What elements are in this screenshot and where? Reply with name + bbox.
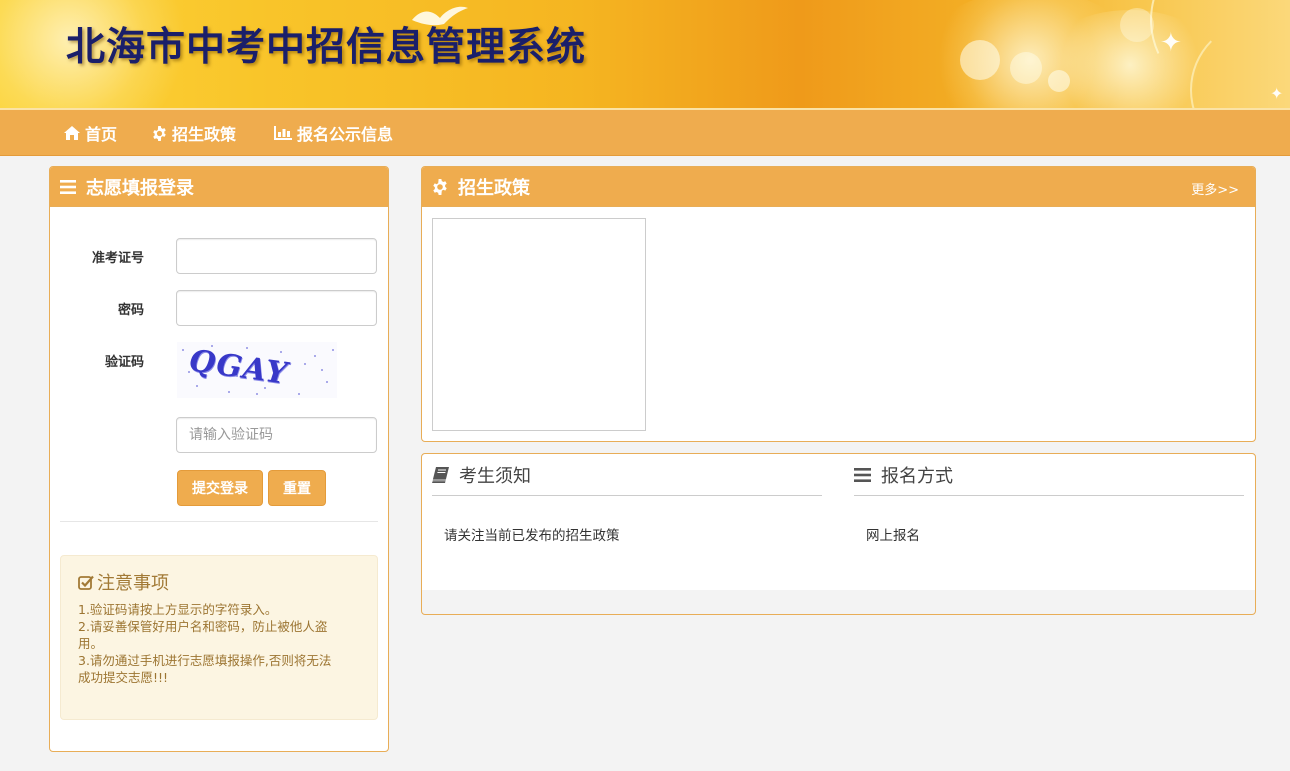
nav-item-label: 首页 xyxy=(85,125,118,144)
notice-box: 注意事项 1.验证码请按上方显示的字符录入。 2.请妥善保管好用户名和密码，防止… xyxy=(60,555,378,720)
gear-icon xyxy=(153,125,166,141)
notice-line: 2.请妥善保管好用户名和密码，防止被他人盗 xyxy=(78,619,328,634)
gear-icon xyxy=(433,178,447,195)
password-input[interactable] xyxy=(176,290,377,326)
policy-panel-heading: 招生政策 更多>> xyxy=(422,167,1255,207)
captcha-image[interactable]: QGAY xyxy=(177,342,337,398)
main-navbar: 首页 招生政策 报名公示信息 xyxy=(0,110,1290,156)
registration-method-heading: 报名方式 xyxy=(854,454,1244,496)
header-banner: ✦ ✦ 北海市中考中招信息管理系统 xyxy=(0,0,1290,109)
login-panel-heading: 志愿填报登录 xyxy=(50,167,388,207)
exam-guide-title: 考生须知 xyxy=(459,465,531,487)
notice-line: 用。 xyxy=(78,636,104,651)
home-icon xyxy=(64,126,80,140)
exam-guide-section: 考生须知 请关注当前已发布的招生政策 xyxy=(432,454,822,544)
nav-item-registration-info[interactable]: 报名公示信息 xyxy=(274,110,393,156)
more-link[interactable]: 更多>> xyxy=(1191,179,1239,198)
policy-image-placeholder xyxy=(432,218,646,431)
book-icon xyxy=(432,466,449,483)
nav-item-label: 招生政策 xyxy=(172,125,237,144)
form-divider xyxy=(60,521,378,522)
notice-title-text: 注意事项 xyxy=(97,573,169,594)
registration-method-text: 网上报名 xyxy=(866,528,920,544)
policy-panel: 招生政策 更多>> xyxy=(421,166,1256,442)
list-icon xyxy=(854,467,871,482)
notice-line: 成功提交志愿!!! xyxy=(78,670,169,685)
bar-chart-icon xyxy=(274,126,292,140)
reset-button[interactable]: 重置 xyxy=(268,470,326,506)
exam-guide-text: 请关注当前已发布的招生政策 xyxy=(444,528,620,544)
captcha-label: 验证码 xyxy=(104,355,144,370)
policy-panel-title: 招生政策 xyxy=(458,177,530,199)
captcha-input[interactable] xyxy=(176,417,377,453)
exam-id-label: 准考证号 xyxy=(91,251,144,266)
exam-id-input[interactable] xyxy=(176,238,377,274)
list-icon xyxy=(60,179,76,194)
login-panel: 志愿填报登录 准考证号 密码 验证码 QGAY 提交登录 重置 注意 xyxy=(49,166,389,752)
exam-guide-heading: 考生须知 xyxy=(432,454,822,496)
notice-line: 1.验证码请按上方显示的字符录入。 xyxy=(78,602,278,617)
nav-item-policy[interactable]: 招生政策 xyxy=(152,110,236,156)
login-panel-title: 志愿填报登录 xyxy=(86,177,194,199)
check-square-icon xyxy=(78,575,94,590)
password-label: 密码 xyxy=(117,303,144,318)
registration-method-section: 报名方式 网上报名 xyxy=(854,454,1244,544)
notice-line: 3.请勿通过手机进行志愿填报操作,否则将无法 xyxy=(78,653,332,668)
nav-item-label: 报名公示信息 xyxy=(297,125,394,144)
system-title: 北海市中考中招信息管理系统 xyxy=(66,25,587,70)
nav-item-home[interactable]: 首页 xyxy=(64,110,117,156)
registration-method-title: 报名方式 xyxy=(881,465,953,487)
submit-login-button[interactable]: 提交登录 xyxy=(177,470,263,506)
info-panel: 考生须知 请关注当前已发布的招生政策 报名方式 网上报名 xyxy=(421,453,1256,615)
notice-title: 注意事项 xyxy=(78,569,360,595)
